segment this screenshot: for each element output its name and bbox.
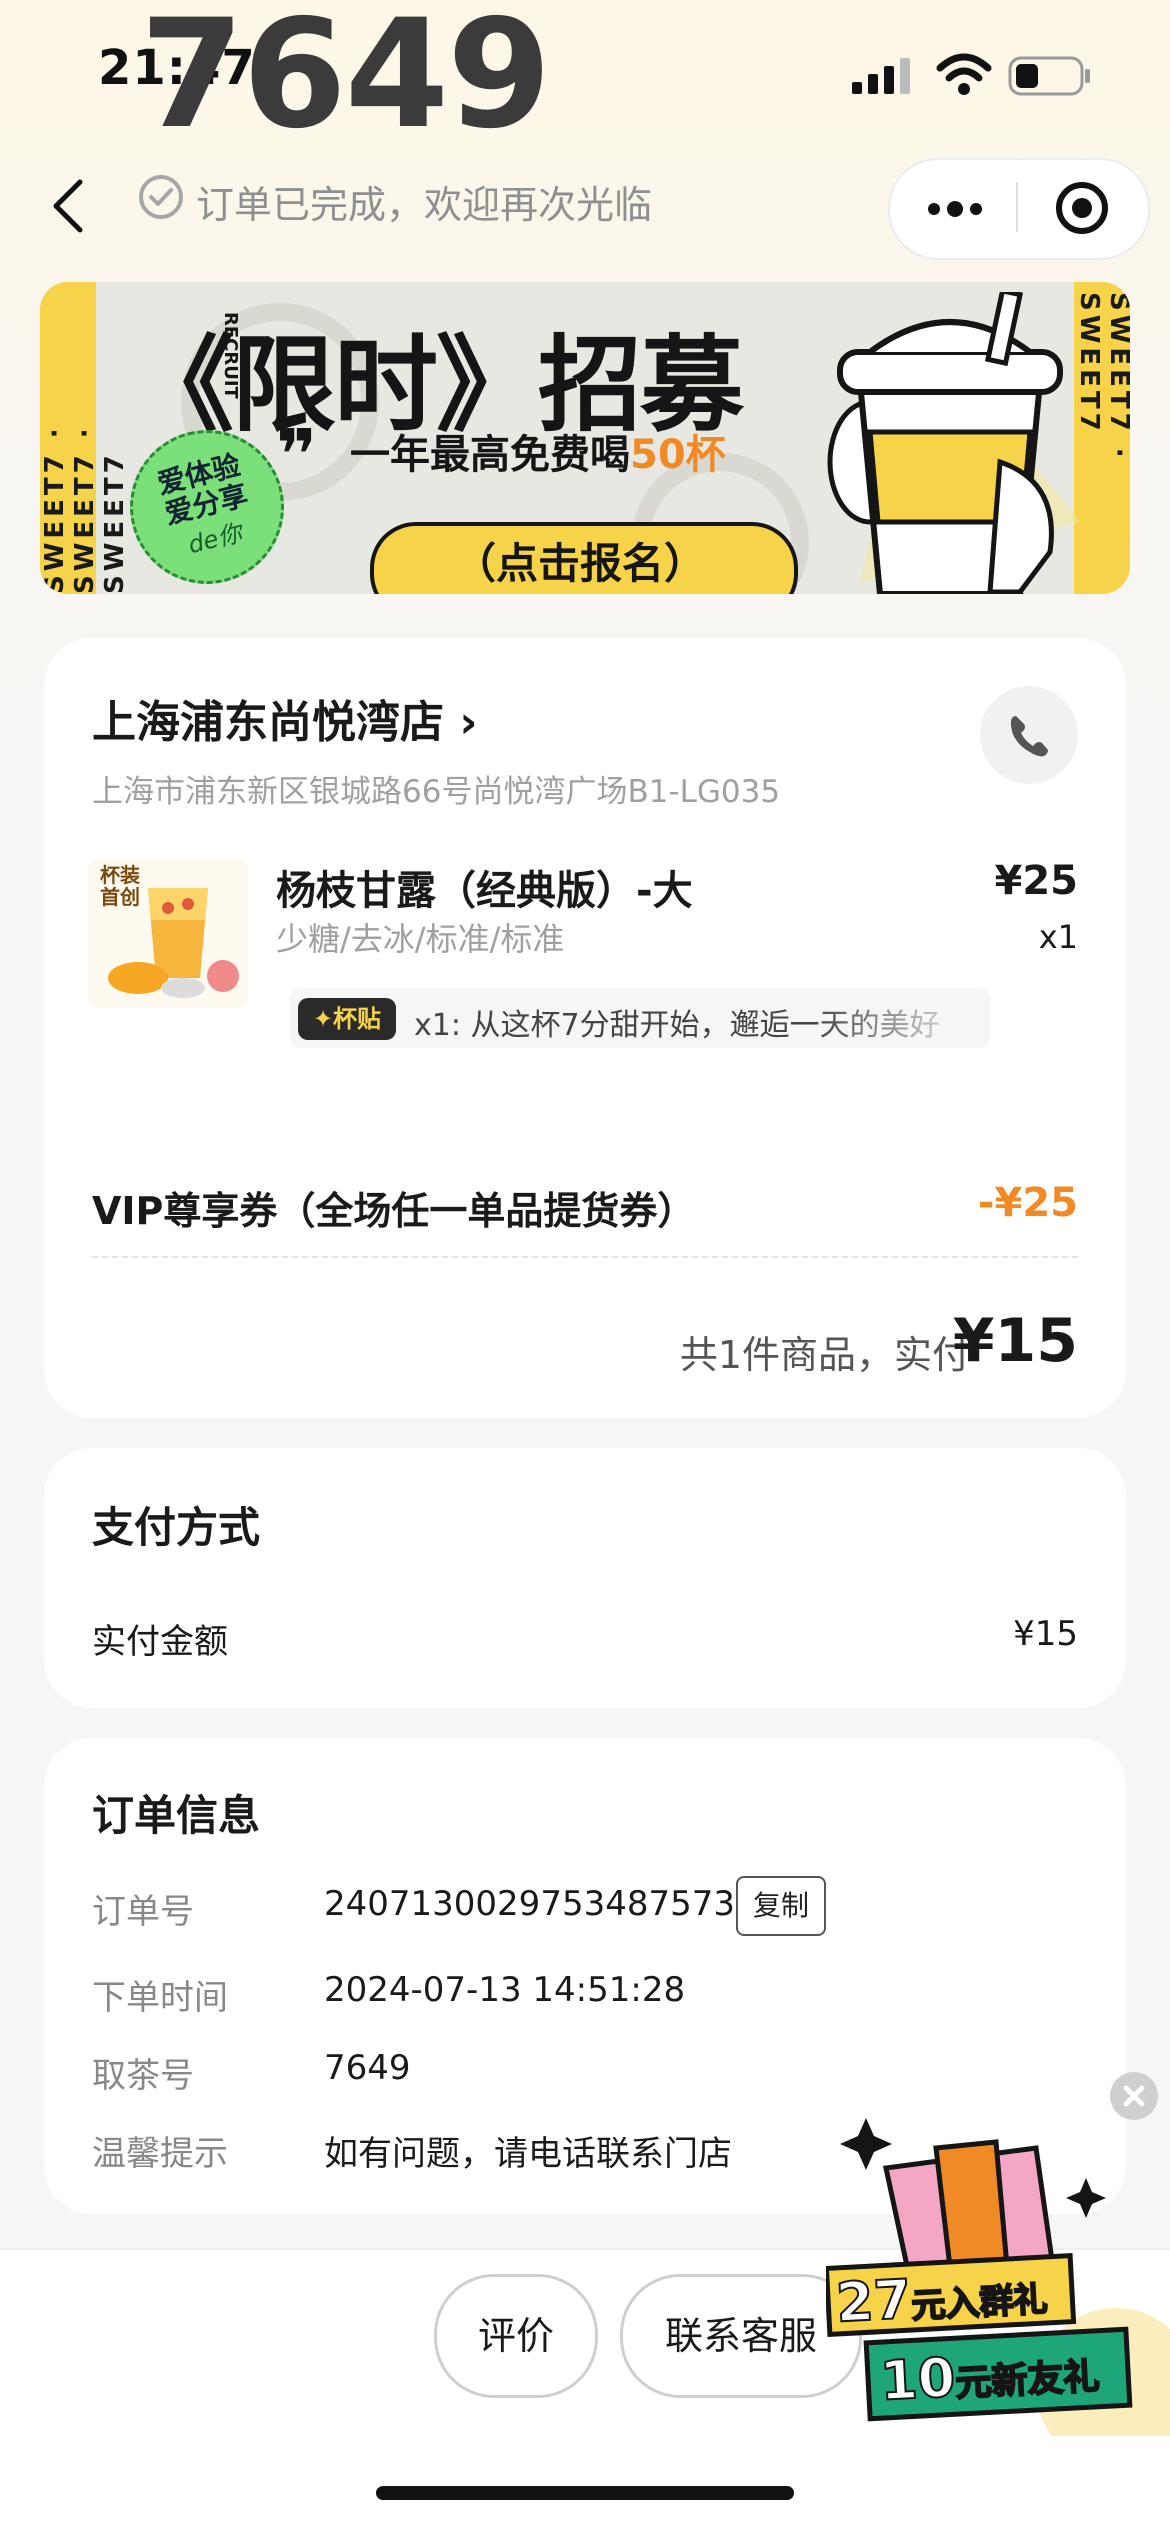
payment-card (44, 1448, 1126, 1708)
check-circle-icon (139, 175, 183, 219)
product-image: 杯装 首创 (88, 858, 248, 1008)
product-name: 杨枝甘露（经典版）-大 (276, 868, 693, 914)
total-amount: ¥15 (952, 1306, 1078, 1376)
home-indicator (376, 2486, 794, 2500)
close-miniprogram-icon[interactable] (1054, 180, 1110, 236)
cup-sticker-badge: ✦杯贴 (298, 998, 396, 1040)
tip-value: 如有问题，请电话联系门店 (324, 2134, 732, 2174)
order-time-value: 2024-07-13 14:51:28 (324, 1970, 686, 2010)
promo-line-1: 27元入群礼 (833, 2267, 1049, 2336)
group-gift-promo[interactable]: 27元入群礼 10元新友礼 (826, 2108, 1170, 2436)
signal-icon (852, 58, 910, 94)
recruit-banner[interactable]: SWEET7 · SWEET7 · SWEET7 SWEET7 · SWEET7… (40, 282, 1130, 594)
battery-icon (1008, 56, 1090, 96)
order-status-text: 订单已完成，欢迎再次光临 (196, 183, 653, 227)
chevron-right-icon: › (459, 697, 478, 748)
banner-strip-left: SWEET7 · SWEET7 · SWEET7 (40, 282, 130, 594)
product-quantity: x1 (1038, 918, 1078, 956)
pickup-number-value: 7649 (324, 2048, 411, 2088)
pickup-number-label: 取茶号 (92, 2056, 194, 2096)
tip-label: 温馨提示 (92, 2134, 228, 2174)
drink-cup-illustration (827, 292, 1063, 594)
store-address: 上海市浦东新区银城路66号尚悦湾广场B1-LG035 (92, 774, 781, 810)
order-number-value: 2407130029753487573 (324, 1884, 736, 1924)
capsule-divider (1016, 182, 1018, 232)
copy-button[interactable]: 复制 (736, 1876, 826, 1936)
banner-signup-label: （点击报名） (453, 539, 706, 588)
coupon-value: -¥25 (977, 1180, 1078, 1226)
more-icon[interactable] (926, 200, 984, 218)
promo-line-2: 10元新友礼 (878, 2345, 1102, 2414)
store-name-link[interactable]: 上海浦东尚悦湾店 › (92, 686, 477, 750)
order-info-title: 订单信息 (92, 1791, 261, 1840)
product-image-caption-2: 首创 (100, 885, 140, 909)
order-number-label: 订单号 (92, 1892, 194, 1932)
order-time-label: 下单时间 (92, 1978, 228, 2018)
cup-sticker-text: x1: 从这杯7分甜开始，邂逅一天的美好 (414, 1008, 940, 1043)
payment-title: 支付方式 (92, 1503, 261, 1552)
total-label: 共1件商品，实付 (679, 1333, 970, 1377)
product-spec: 少糖/去冰/标准/标准 (276, 920, 565, 958)
dashed-divider (92, 1256, 1078, 1258)
pickup-number-overlay: 7649 (140, 0, 551, 162)
wifi-icon (936, 53, 992, 95)
back-icon[interactable] (48, 178, 88, 234)
phone-icon (1010, 716, 1048, 757)
coupon-name: VIP尊享券（全场任一单品提货券） (92, 1189, 696, 1233)
product-image-caption-1: 杯装 (100, 863, 140, 887)
payment-row-label: 实付金额 (92, 1622, 228, 1662)
quote-mark-icon: ❞ (276, 414, 318, 496)
payment-row-value: ¥15 (1013, 1614, 1078, 1654)
review-button[interactable]: 评价 (434, 2274, 598, 2398)
call-store-button[interactable] (980, 686, 1078, 784)
banner-subtitle: 一年最高免费喝50杯 (350, 432, 726, 478)
banner-logo-text: RECRUIT (220, 312, 241, 399)
product-price: ¥25 (994, 858, 1079, 904)
